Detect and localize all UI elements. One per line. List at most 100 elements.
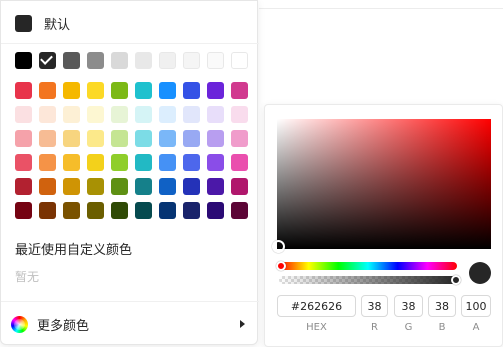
- saturation-brightness-area[interactable]: [272, 119, 491, 253]
- color-swatch[interactable]: [15, 82, 32, 99]
- color-swatch[interactable]: [183, 130, 200, 147]
- color-swatch[interactable]: [207, 52, 224, 69]
- color-swatch[interactable]: [63, 178, 80, 195]
- color-swatch[interactable]: [135, 202, 152, 219]
- color-swatch[interactable]: [15, 178, 32, 195]
- color-swatch[interactable]: [39, 202, 56, 219]
- color-swatch[interactable]: [111, 82, 128, 99]
- divider: [1, 301, 259, 302]
- color-swatch[interactable]: [231, 130, 248, 147]
- a-label: A: [472, 322, 480, 333]
- color-swatch[interactable]: [135, 52, 152, 69]
- color-swatch[interactable]: [231, 82, 248, 99]
- a-input[interactable]: 100: [461, 295, 491, 317]
- color-swatch[interactable]: [159, 106, 176, 123]
- r-input[interactable]: 38: [361, 295, 388, 317]
- color-swatch[interactable]: [39, 154, 56, 171]
- color-swatch[interactable]: [87, 106, 104, 123]
- color-swatch[interactable]: [15, 52, 32, 69]
- alpha-thumb[interactable]: [451, 275, 461, 285]
- color-swatch[interactable]: [111, 52, 128, 69]
- alpha-slider[interactable]: [279, 275, 461, 285]
- color-swatch[interactable]: [183, 82, 200, 99]
- color-swatch[interactable]: [87, 82, 104, 99]
- color-swatch[interactable]: [135, 106, 152, 123]
- color-swatch[interactable]: [15, 106, 32, 123]
- more-colors-button[interactable]: 更多颜色: [11, 313, 249, 335]
- swatch-row: [15, 106, 255, 123]
- color-swatch[interactable]: [87, 154, 104, 171]
- chevron-right-icon: [240, 320, 245, 328]
- color-swatch[interactable]: [39, 106, 56, 123]
- color-swatch[interactable]: [111, 178, 128, 195]
- default-color-option[interactable]: 默认: [15, 13, 70, 33]
- color-swatch[interactable]: [87, 130, 104, 147]
- color-palette-panel: 默认 最近使用自定义颜色 暂无 更多颜色: [0, 0, 259, 345]
- swatch-row: [15, 82, 255, 99]
- color-swatch[interactable]: [207, 106, 224, 123]
- color-swatch[interactable]: [63, 52, 80, 69]
- color-swatch[interactable]: [231, 178, 248, 195]
- hue-slider[interactable]: [276, 261, 457, 271]
- color-swatch[interactable]: [39, 130, 56, 147]
- color-swatch[interactable]: [135, 178, 152, 195]
- color-swatch[interactable]: [183, 52, 200, 69]
- color-swatch[interactable]: [135, 82, 152, 99]
- color-swatch[interactable]: [159, 130, 176, 147]
- color-swatch[interactable]: [111, 154, 128, 171]
- color-swatch[interactable]: [183, 202, 200, 219]
- color-swatch[interactable]: [111, 106, 128, 123]
- color-swatch[interactable]: [207, 130, 224, 147]
- color-swatch[interactable]: [135, 154, 152, 171]
- color-swatch[interactable]: [135, 130, 152, 147]
- color-swatch[interactable]: [63, 154, 80, 171]
- color-swatch[interactable]: [159, 202, 176, 219]
- color-swatch[interactable]: [39, 178, 56, 195]
- recent-colors-empty: 暂无: [15, 270, 40, 284]
- g-label: G: [404, 322, 413, 333]
- b-input[interactable]: 38: [428, 295, 456, 317]
- color-swatch[interactable]: [159, 154, 176, 171]
- color-swatch[interactable]: [63, 202, 80, 219]
- divider: [1, 43, 259, 44]
- color-swatch[interactable]: [39, 82, 56, 99]
- color-swatch[interactable]: [231, 154, 248, 171]
- color-swatch[interactable]: [111, 130, 128, 147]
- swatch-row: [15, 202, 255, 219]
- color-swatch[interactable]: [183, 178, 200, 195]
- color-swatch[interactable]: [87, 178, 104, 195]
- color-swatch[interactable]: [231, 202, 248, 219]
- color-swatch[interactable]: [39, 52, 56, 69]
- color-swatch[interactable]: [159, 178, 176, 195]
- color-wheel-icon: [11, 315, 28, 333]
- g-input[interactable]: 38: [394, 295, 423, 317]
- check-icon: [40, 52, 53, 65]
- color-swatch[interactable]: [183, 106, 200, 123]
- swatch-row: [15, 52, 255, 69]
- color-swatch[interactable]: [231, 52, 248, 69]
- color-swatch[interactable]: [183, 154, 200, 171]
- color-swatch[interactable]: [15, 130, 32, 147]
- hex-input[interactable]: #262626: [277, 295, 356, 317]
- color-swatch[interactable]: [15, 202, 32, 219]
- hex-label: HEX: [306, 322, 327, 333]
- color-swatch[interactable]: [111, 202, 128, 219]
- color-swatch[interactable]: [159, 52, 176, 69]
- swatch-row: [15, 154, 255, 171]
- color-swatch[interactable]: [207, 82, 224, 99]
- color-swatch[interactable]: [87, 202, 104, 219]
- recent-colors-title: 最近使用自定义颜色: [15, 243, 133, 258]
- color-swatch[interactable]: [231, 106, 248, 123]
- color-swatch[interactable]: [87, 52, 104, 69]
- color-swatch[interactable]: [15, 154, 32, 171]
- background-toolbar-edge: [259, 0, 503, 9]
- color-swatch[interactable]: [207, 202, 224, 219]
- color-swatch[interactable]: [63, 106, 80, 123]
- hue-thumb[interactable]: [276, 261, 286, 271]
- saturation-thumb[interactable]: [272, 240, 285, 253]
- color-swatch[interactable]: [207, 154, 224, 171]
- color-swatch[interactable]: [63, 130, 80, 147]
- color-swatch[interactable]: [207, 178, 224, 195]
- color-swatch[interactable]: [159, 82, 176, 99]
- color-swatch[interactable]: [63, 82, 80, 99]
